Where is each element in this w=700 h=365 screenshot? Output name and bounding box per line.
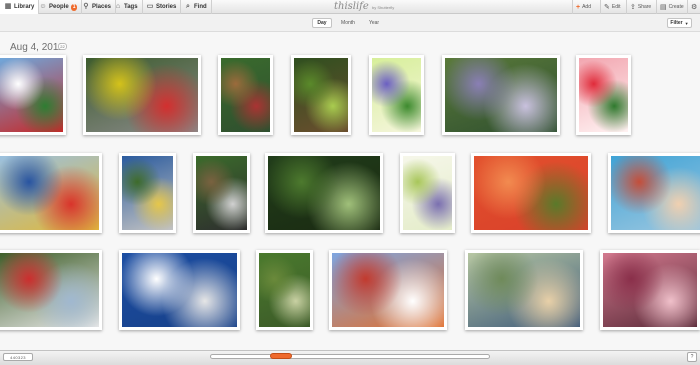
tab-month[interactable]: Month [337,18,359,28]
photo-image [603,253,697,327]
photo-image [221,58,270,132]
photo-image [372,58,421,132]
photo-image [611,156,700,230]
nav-stories[interactable]: ▭ Stories [142,0,182,14]
search-icon: ⌕ [186,3,190,10]
photo-pool-kids[interactable] [608,153,700,233]
photo-lego-dragon[interactable] [329,250,447,330]
edit-label: Edit [611,4,621,10]
nav-tags[interactable]: ⌂ Tags [110,0,143,14]
photo-red-hibiscus[interactable] [576,55,631,135]
photo-kids-toy-cars[interactable] [83,55,201,135]
photo-lego-cars-ride[interactable] [0,250,102,330]
edit-button[interactable]: ✎ Edit [600,0,624,14]
create-label: Create [668,4,684,10]
photo-image [86,58,198,132]
plus-icon: + [576,3,581,11]
photo-image [445,58,557,132]
top-toolbar: ▦ Library ☺ People 1 ⚲ Places ⌂ Tags ▭ S… [0,0,700,14]
nav-people-label: People [49,4,69,10]
photo-image [0,58,63,132]
create-button[interactable]: ▤ Create [656,0,687,14]
photo-legoland-sign[interactable] [0,55,66,135]
photo-boy-statue[interactable] [119,153,176,233]
photo-garden-lego-ducks[interactable] [256,250,313,330]
pager[interactable]: 440323 [3,353,33,361]
filter-label: Filter [670,20,683,26]
timeline-scroll-thumb[interactable] [270,353,292,359]
help-button[interactable]: ? [687,352,697,362]
photo-garden-path[interactable] [291,55,351,135]
nav-tags-label: Tags [124,4,138,10]
photo-boy-hat-portrait[interactable] [465,250,583,330]
people-icon: ☺ [39,3,47,10]
tab-day-label: Day [317,20,327,26]
group-date: Aug 4, 2011 [10,42,64,53]
gear-icon: ⚙ [691,4,698,11]
brand-logo: thislife by Shutterfly [334,1,394,12]
photo-men-restroom-sign[interactable] [119,250,240,330]
location-pin-icon: ⚲ [83,3,89,10]
nav-places-label: Places [92,4,112,10]
photo-lego-garden-figure[interactable] [218,55,273,135]
tag-icon: ⌂ [115,3,121,10]
photo-image [259,253,310,327]
nav-find[interactable]: ⌕ Find [180,0,212,14]
photo-image [122,253,237,327]
nav-stories-label: Stories [156,4,177,10]
brand-name: thislife [334,1,369,12]
book-icon: ▤ [660,4,667,11]
photo-chewbacca-statue[interactable] [193,153,250,233]
share-label: Share [637,4,652,10]
filter-button[interactable]: Filter ▼ [667,18,692,28]
photo-lego-figures-fence[interactable] [0,153,102,233]
photo-image [403,156,452,230]
photo-purple-agapanthus[interactable] [369,55,424,135]
photo-image [468,253,580,327]
timeline-scrollbar[interactable] [210,354,490,359]
photo-agapanthus-single[interactable] [400,153,455,233]
pencil-icon: ✎ [604,4,610,11]
nav-find-label: Find [194,4,207,10]
photo-image [474,156,588,230]
photo-image [196,156,247,230]
stories-icon: ▭ [146,3,154,10]
share-icon: ⇪ [630,4,636,11]
tab-month-label: Month [341,20,355,26]
photo-image [579,58,628,132]
photo-pink-hibiscus[interactable] [600,250,700,330]
tab-year-label: Year [368,20,380,26]
photo-image [294,58,348,132]
add-label: Add [582,4,591,10]
brand-by: by Shutterfly [372,5,395,10]
photo-image [268,156,380,230]
tab-day[interactable]: Day [312,18,332,28]
photo-agapanthus-closeup[interactable] [442,55,560,135]
caret-down-icon: ▼ [684,20,689,26]
photo-image [0,156,99,230]
photo-orange-flower[interactable] [471,153,591,233]
nav-people[interactable]: ☺ People 1 [35,0,83,14]
people-count-badge: 1 [70,3,78,11]
nav-library[interactable]: ▦ Library [0,0,40,14]
tab-year[interactable]: Year [364,18,384,28]
photo-image [0,253,99,327]
photo-forest-scene[interactable] [265,153,383,233]
library-icon: ▦ [4,3,12,10]
settings-button[interactable]: ⚙ [687,0,700,14]
photo-image [332,253,444,327]
share-button[interactable]: ⇪ Share [626,0,654,14]
nav-library-label: Library [14,4,35,10]
group-photo-count: 22 [58,43,67,50]
add-button[interactable]: + Add [572,0,594,14]
photo-image [122,156,173,230]
